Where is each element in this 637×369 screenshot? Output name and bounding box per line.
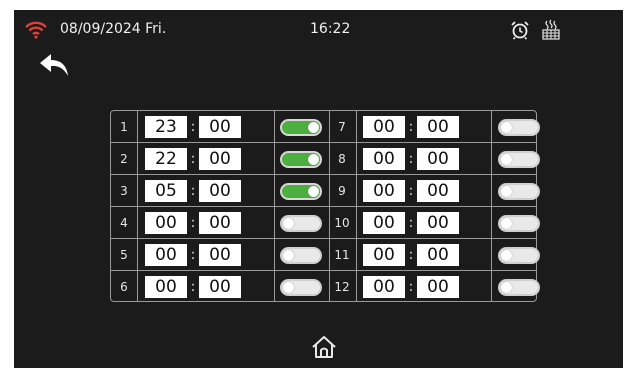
minute-input[interactable]: 00 [417,180,459,202]
hour-input[interactable]: 00 [363,212,405,234]
slot-index: 12 [334,280,350,294]
schedule-slot: 12 00:00 [111,271,540,303]
minute-input[interactable]: 00 [417,212,459,234]
toggle-knob [501,122,512,133]
schedule-grid: 1 23:00 2 22:00 3 05:00 4 00:00 5 00:00 6 00:00 7 00:… [110,110,540,303]
slot-index: 7 [338,120,346,134]
schedule-slot: 11 00:00 [111,239,540,271]
toggle-knob [501,154,512,165]
schedule-slot: 7 00:00 [111,111,540,143]
time-separator: : [408,119,414,135]
schedule-slot: 10 00:00 [111,207,540,239]
time-separator: : [408,215,414,231]
slot-index: 8 [338,152,346,166]
wifi-icon [25,21,47,39]
date-display: 08/09/2024 Fri. [60,21,167,37]
toggle-knob [501,218,512,229]
time-separator: : [408,247,414,263]
minute-input[interactable]: 00 [417,276,459,298]
time-separator: : [408,183,414,199]
hour-input[interactable]: 00 [363,116,405,138]
device-screen: 08/09/2024 Fri. 16:22 1 23:00 2 22:00 3 05:00… [14,10,623,368]
hour-input[interactable]: 00 [363,148,405,170]
schedule-slot: 8 00:00 [111,143,540,175]
slot-enable-toggle[interactable] [498,215,540,232]
heating-icon [542,19,560,40]
back-arrow-icon[interactable] [38,52,72,78]
slot-index: 9 [338,184,346,198]
minute-input[interactable]: 00 [417,148,459,170]
toggle-knob [501,186,512,197]
hour-input[interactable]: 00 [363,276,405,298]
slot-enable-toggle[interactable] [498,279,540,296]
slot-enable-toggle[interactable] [498,247,540,264]
toggle-knob [501,250,512,261]
hour-input[interactable]: 00 [363,244,405,266]
time-display: 16:22 [310,21,351,37]
home-icon[interactable] [311,335,337,359]
slot-index: 11 [334,248,350,262]
hour-input[interactable]: 00 [363,180,405,202]
slot-enable-toggle[interactable] [498,119,540,136]
toggle-knob [501,282,512,293]
slot-enable-toggle[interactable] [498,151,540,168]
schedule-slot: 9 00:00 [111,175,540,207]
minute-input[interactable]: 00 [417,116,459,138]
time-separator: : [408,151,414,167]
slot-enable-toggle[interactable] [498,183,540,200]
time-separator: : [408,279,414,295]
alarm-clock-icon[interactable] [510,20,530,40]
slot-index: 10 [334,216,350,230]
minute-input[interactable]: 00 [417,244,459,266]
